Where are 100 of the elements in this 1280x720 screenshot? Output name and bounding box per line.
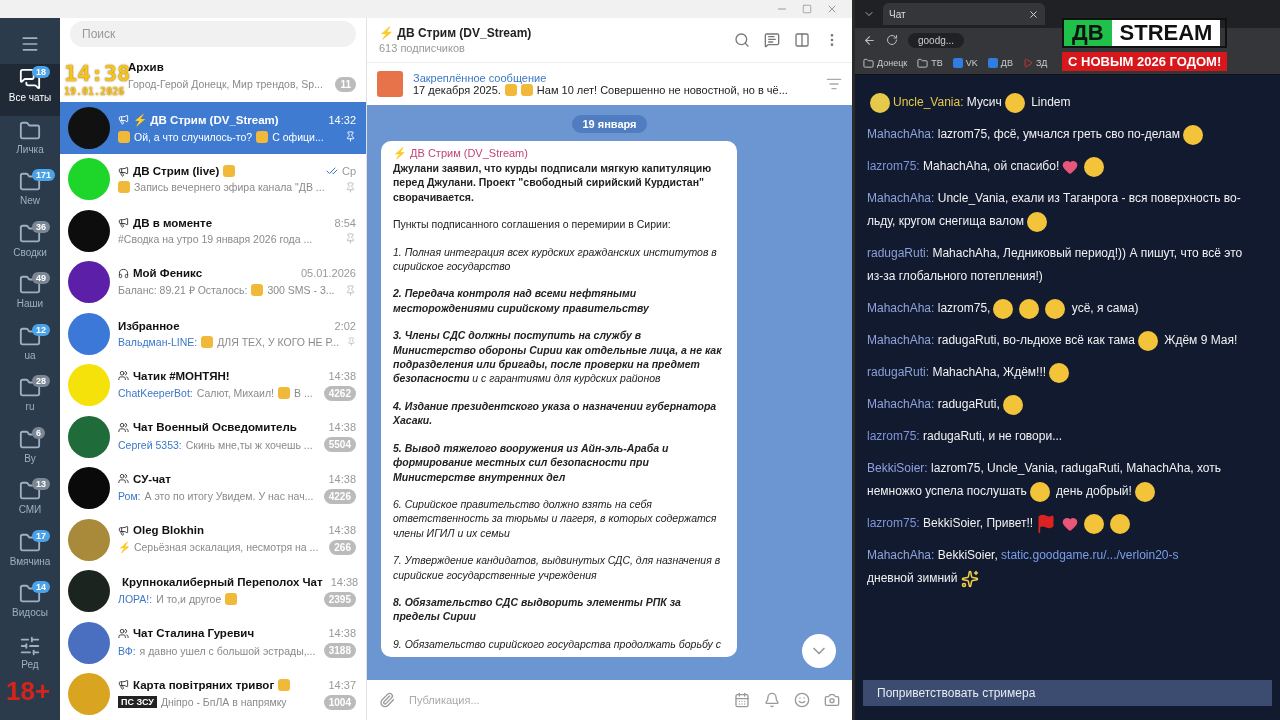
smiley-icon[interactable] bbox=[794, 692, 810, 708]
reload-icon[interactable] bbox=[886, 34, 898, 46]
attach-icon[interactable] bbox=[379, 692, 395, 708]
chat-title: Карта повітряних тривог bbox=[133, 678, 275, 691]
pinned-list-icon[interactable] bbox=[826, 76, 842, 92]
emoji-icon bbox=[201, 335, 214, 348]
unread-count: 5504 bbox=[323, 437, 356, 453]
camera-icon[interactable] bbox=[824, 692, 840, 708]
message-text: radugaRuti, во-льдюхе всё как тама bbox=[937, 333, 1135, 347]
menu-icon[interactable] bbox=[20, 34, 40, 54]
sparkle-icon bbox=[960, 569, 979, 588]
greet-streamer-button[interactable]: Поприветствовать стримера bbox=[863, 680, 1272, 706]
sidebar-icon[interactable] bbox=[794, 32, 810, 48]
megaphone-icon bbox=[118, 165, 129, 177]
folder-tab[interactable]: 6 Ву bbox=[0, 424, 60, 476]
chat-username[interactable]: MahachAha: bbox=[867, 548, 935, 562]
pinned-label: Закреплённое сообщение bbox=[413, 72, 548, 84]
message-text: radugaRuti, bbox=[937, 397, 1000, 411]
headphones-icon bbox=[118, 267, 129, 279]
folder-tab[interactable]: 171 New bbox=[0, 167, 60, 219]
sender-name: Вальдман-LINE: bbox=[118, 335, 198, 348]
back-icon[interactable] bbox=[863, 33, 876, 47]
chat-username[interactable]: radugaRuti: bbox=[867, 365, 930, 379]
folder-tab[interactable]: 49 Наши bbox=[0, 270, 60, 322]
emoji-icon bbox=[251, 284, 264, 297]
chat-time: 2:02 bbox=[334, 319, 356, 332]
message-preview: Салют, Михаил! bbox=[196, 387, 274, 400]
chat-title: Крупнокалиберный Переполох Чат bbox=[122, 575, 323, 588]
chat-time: 14:38 bbox=[330, 575, 359, 588]
search-icon[interactable] bbox=[734, 32, 750, 48]
emoji-icon bbox=[118, 181, 130, 194]
emote-icon bbox=[1182, 124, 1203, 145]
new-year-banner: С НОВЫМ 2026 ГОДОМ! bbox=[1062, 52, 1228, 71]
megaphone-icon bbox=[118, 679, 129, 691]
bookmark[interactable]: ЗД bbox=[1022, 58, 1048, 68]
heart-icon bbox=[1062, 158, 1079, 175]
folder-tab[interactable]: 14 Видосы bbox=[0, 579, 60, 631]
site-icon bbox=[987, 58, 998, 68]
folder-tab[interactable]: 12 ua bbox=[0, 321, 60, 373]
people-icon bbox=[118, 473, 129, 485]
chat-username[interactable]: MahachAha: bbox=[867, 397, 935, 411]
unread-badge: 49 bbox=[32, 272, 50, 284]
chat-time: 8:54 bbox=[334, 216, 356, 229]
address-field[interactable]: goodg... bbox=[908, 32, 965, 48]
message-paragraph: Пункты подписанного соглашения о перемирии в Сирии: bbox=[393, 217, 672, 232]
bookmark[interactable]: VK bbox=[952, 58, 978, 68]
chat-time: 05.01.2026 bbox=[300, 267, 356, 280]
bookmark[interactable]: ДВ bbox=[987, 58, 1013, 68]
chat-username[interactable]: Uncle_Vania: bbox=[893, 95, 964, 109]
chat-username[interactable]: radugaRuti: bbox=[867, 246, 930, 260]
play-icon bbox=[1022, 58, 1033, 68]
chat-username[interactable]: lazrom75: bbox=[867, 429, 920, 443]
unread-badge: 36 bbox=[32, 220, 50, 233]
chat-username[interactable]: lazrom75: bbox=[867, 159, 920, 173]
message-preview: ⚡ Серьёзная эскалация, несмотря на ... bbox=[118, 541, 319, 555]
megaphone-icon bbox=[118, 524, 129, 536]
folder-tab[interactable]: 17 Вмячина bbox=[0, 527, 60, 579]
calendar-icon[interactable] bbox=[734, 692, 750, 708]
bell-icon[interactable] bbox=[764, 692, 780, 708]
chat-username[interactable]: MahachAha: bbox=[867, 301, 935, 315]
message-text: дневной зимний bbox=[867, 571, 958, 585]
chat-username[interactable]: lazrom75: bbox=[867, 516, 920, 530]
emote-icon bbox=[1084, 513, 1105, 534]
folder-tab[interactable]: 28 ru bbox=[0, 373, 60, 425]
message-link[interactable]: static.goodgame.ru/.../verloin20-s bbox=[1001, 548, 1179, 562]
chat-row[interactable]: ⚡ ДВ Стрим (DV_Stream) 14:32 Ой, а что случилось-то? С офици... bbox=[60, 102, 366, 154]
message-preview: С офици... bbox=[272, 130, 324, 143]
message-preview: В ... bbox=[294, 387, 313, 400]
folder-tab[interactable]: 36 Сводки bbox=[0, 218, 60, 270]
message-text: Uncle_Vania, ехали из Таганрога - вся поверхность во- bbox=[937, 191, 1241, 205]
bookmark[interactable]: Донецк bbox=[863, 57, 908, 69]
chat-time: 14:37 bbox=[328, 678, 356, 691]
subscriber-count: 613 подписчиков bbox=[379, 42, 466, 54]
browser-tab[interactable]: Чат bbox=[883, 3, 1045, 25]
maximize-icon[interactable] bbox=[802, 4, 812, 14]
unread-count: 2395 bbox=[323, 591, 356, 607]
folder-tab[interactable]: 18 Все чаты bbox=[0, 64, 60, 116]
chat-title: Мой Феникс bbox=[133, 267, 203, 280]
message-text: усё, я сама) bbox=[1071, 301, 1139, 315]
emote-icon bbox=[993, 298, 1014, 319]
emote-icon bbox=[1029, 481, 1050, 502]
close-icon[interactable] bbox=[1028, 8, 1039, 20]
message-text: lazrom75, Uncle_Vania, radugaRuti, MahachAha, хоть bbox=[931, 461, 1221, 475]
emote-icon bbox=[1004, 92, 1025, 113]
folder-tab[interactable]: Личка bbox=[0, 115, 60, 167]
chat-time: 14:38 bbox=[328, 472, 356, 485]
message-text: BekkiSoier, bbox=[937, 548, 998, 562]
bookmark[interactable]: ТВ bbox=[917, 57, 943, 69]
chat-username[interactable]: BekkiSoier: bbox=[867, 461, 928, 475]
comments-icon[interactable] bbox=[764, 32, 780, 48]
folder-tab[interactable]: 13 СМИ bbox=[0, 476, 60, 528]
chat-time: 14:38 bbox=[328, 369, 356, 382]
emote-icon bbox=[1045, 298, 1066, 319]
chat-username[interactable]: MahachAha: bbox=[867, 333, 935, 347]
message-text: по-делам bbox=[1127, 127, 1180, 141]
chat-title: ДВ Стрим (live) bbox=[133, 165, 220, 178]
chat-username[interactable]: MahachAha: bbox=[867, 191, 935, 205]
unread-count: 4262 bbox=[323, 385, 356, 401]
chat-username[interactable]: MahachAha: bbox=[867, 127, 935, 141]
scroll-down-button[interactable] bbox=[802, 634, 836, 668]
